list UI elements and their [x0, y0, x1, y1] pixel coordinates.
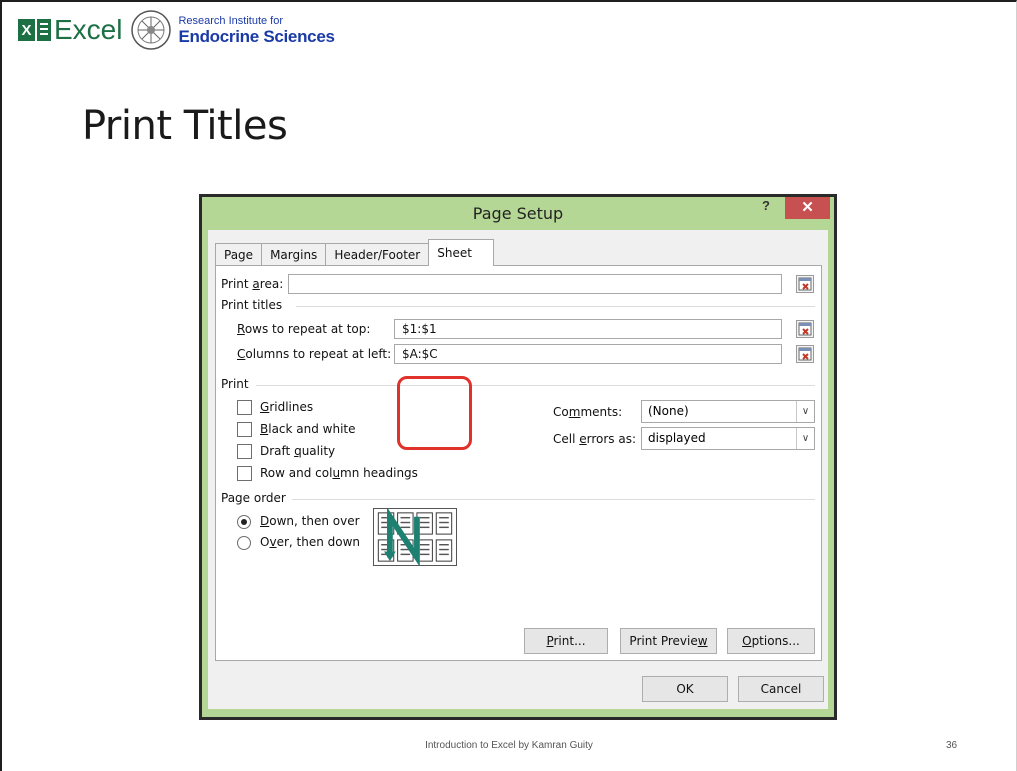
comments-select[interactable]: (None) ∨ [641, 400, 815, 423]
highlight-annotation [397, 376, 472, 450]
row-col-headings-checkbox[interactable] [237, 466, 252, 481]
down-then-over-radio[interactable] [237, 515, 251, 529]
close-button[interactable]: ✕ [785, 197, 830, 219]
page-number: 36 [946, 740, 958, 751]
rows-repeat-input[interactable]: $1:$1 [394, 319, 782, 339]
gridlines-label: Gridlines [260, 400, 314, 414]
over-then-down-radio[interactable] [237, 536, 251, 550]
tab-sheet[interactable]: Sheet [428, 239, 495, 266]
slide: X Excel Research Institute for Endocrine… [0, 0, 1017, 771]
draft-quality-label: Draft quality [260, 444, 336, 458]
options-button[interactable]: Options... [727, 628, 815, 654]
dialog-titlebar[interactable]: Page Setup ? ✕ [202, 197, 834, 229]
dialog-client: Page Margins Header/Footer Sheet Print a… [208, 230, 828, 709]
rows-collapse-icon[interactable] [796, 320, 814, 338]
comments-value: (None) [648, 404, 689, 418]
institute-name: Research Institute for Endocrine Science… [178, 14, 335, 46]
black-white-label: Black and white [260, 422, 356, 436]
row-col-headings-label: Row and column headings [260, 466, 418, 480]
tab-margins[interactable]: Margins [261, 243, 327, 266]
cols-repeat-input[interactable]: $A:$C [394, 344, 782, 364]
page-order-preview-icon [373, 508, 457, 566]
divider [292, 499, 815, 500]
gridlines-checkbox[interactable] [237, 400, 252, 415]
print-preview-button[interactable]: Print Preview [620, 628, 717, 654]
print-area-collapse-icon[interactable] [796, 275, 814, 293]
page-setup-dialog: Page Setup ? ✕ Page Margins Header/Foote… [199, 194, 837, 720]
comments-label: Comments: [553, 405, 623, 419]
chevron-down-icon: ∨ [796, 428, 814, 449]
excel-logo-icon: X [18, 15, 52, 45]
print-area-input[interactable] [288, 274, 782, 294]
institute-line2: Endocrine Sciences [178, 26, 335, 46]
ok-button[interactable]: OK [642, 676, 728, 702]
cell-errors-value: displayed [648, 431, 706, 445]
cancel-button[interactable]: Cancel [738, 676, 824, 702]
header-logos: X Excel Research Institute for Endocrine… [18, 10, 335, 50]
institute-line1: Research Institute for [178, 14, 284, 27]
print-heading: Print [221, 377, 249, 391]
cols-collapse-icon[interactable] [796, 345, 814, 363]
chevron-down-icon: ∨ [796, 401, 814, 422]
cols-repeat-label: Columns to repeat at left: [237, 347, 392, 361]
divider [256, 385, 815, 386]
excel-wordmark: Excel [54, 14, 123, 45]
footer-caption: Introduction to Excel by Kamran Guity [425, 740, 593, 751]
cell-errors-label: Cell errors as: [553, 432, 637, 446]
page-order-heading: Page order [221, 491, 286, 505]
divider [296, 306, 815, 307]
cell-errors-select[interactable]: displayed ∨ [641, 427, 815, 450]
down-then-over-label: Down, then over [260, 514, 360, 528]
print-titles-heading: Print titles [221, 298, 283, 312]
black-white-checkbox[interactable] [237, 422, 252, 437]
rows-repeat-label: Rows to repeat at top: [237, 322, 371, 336]
tab-strip: Page Margins Header/Footer Sheet [215, 239, 495, 266]
dialog-title: Page Setup [472, 204, 564, 223]
help-button[interactable]: ? [762, 198, 770, 213]
slide-title: Print Titles [82, 103, 288, 149]
print-area-label: Print area: [221, 277, 284, 291]
institute-seal-icon [131, 10, 172, 50]
tab-header-footer[interactable]: Header/Footer [325, 243, 430, 266]
sheet-panel: Print area: Print titles Rows to repeat … [215, 265, 822, 661]
tab-page[interactable]: Page [215, 243, 263, 266]
over-then-down-label: Over, then down [260, 535, 360, 549]
draft-quality-checkbox[interactable] [237, 444, 252, 459]
print-button[interactable]: Print... [524, 628, 608, 654]
